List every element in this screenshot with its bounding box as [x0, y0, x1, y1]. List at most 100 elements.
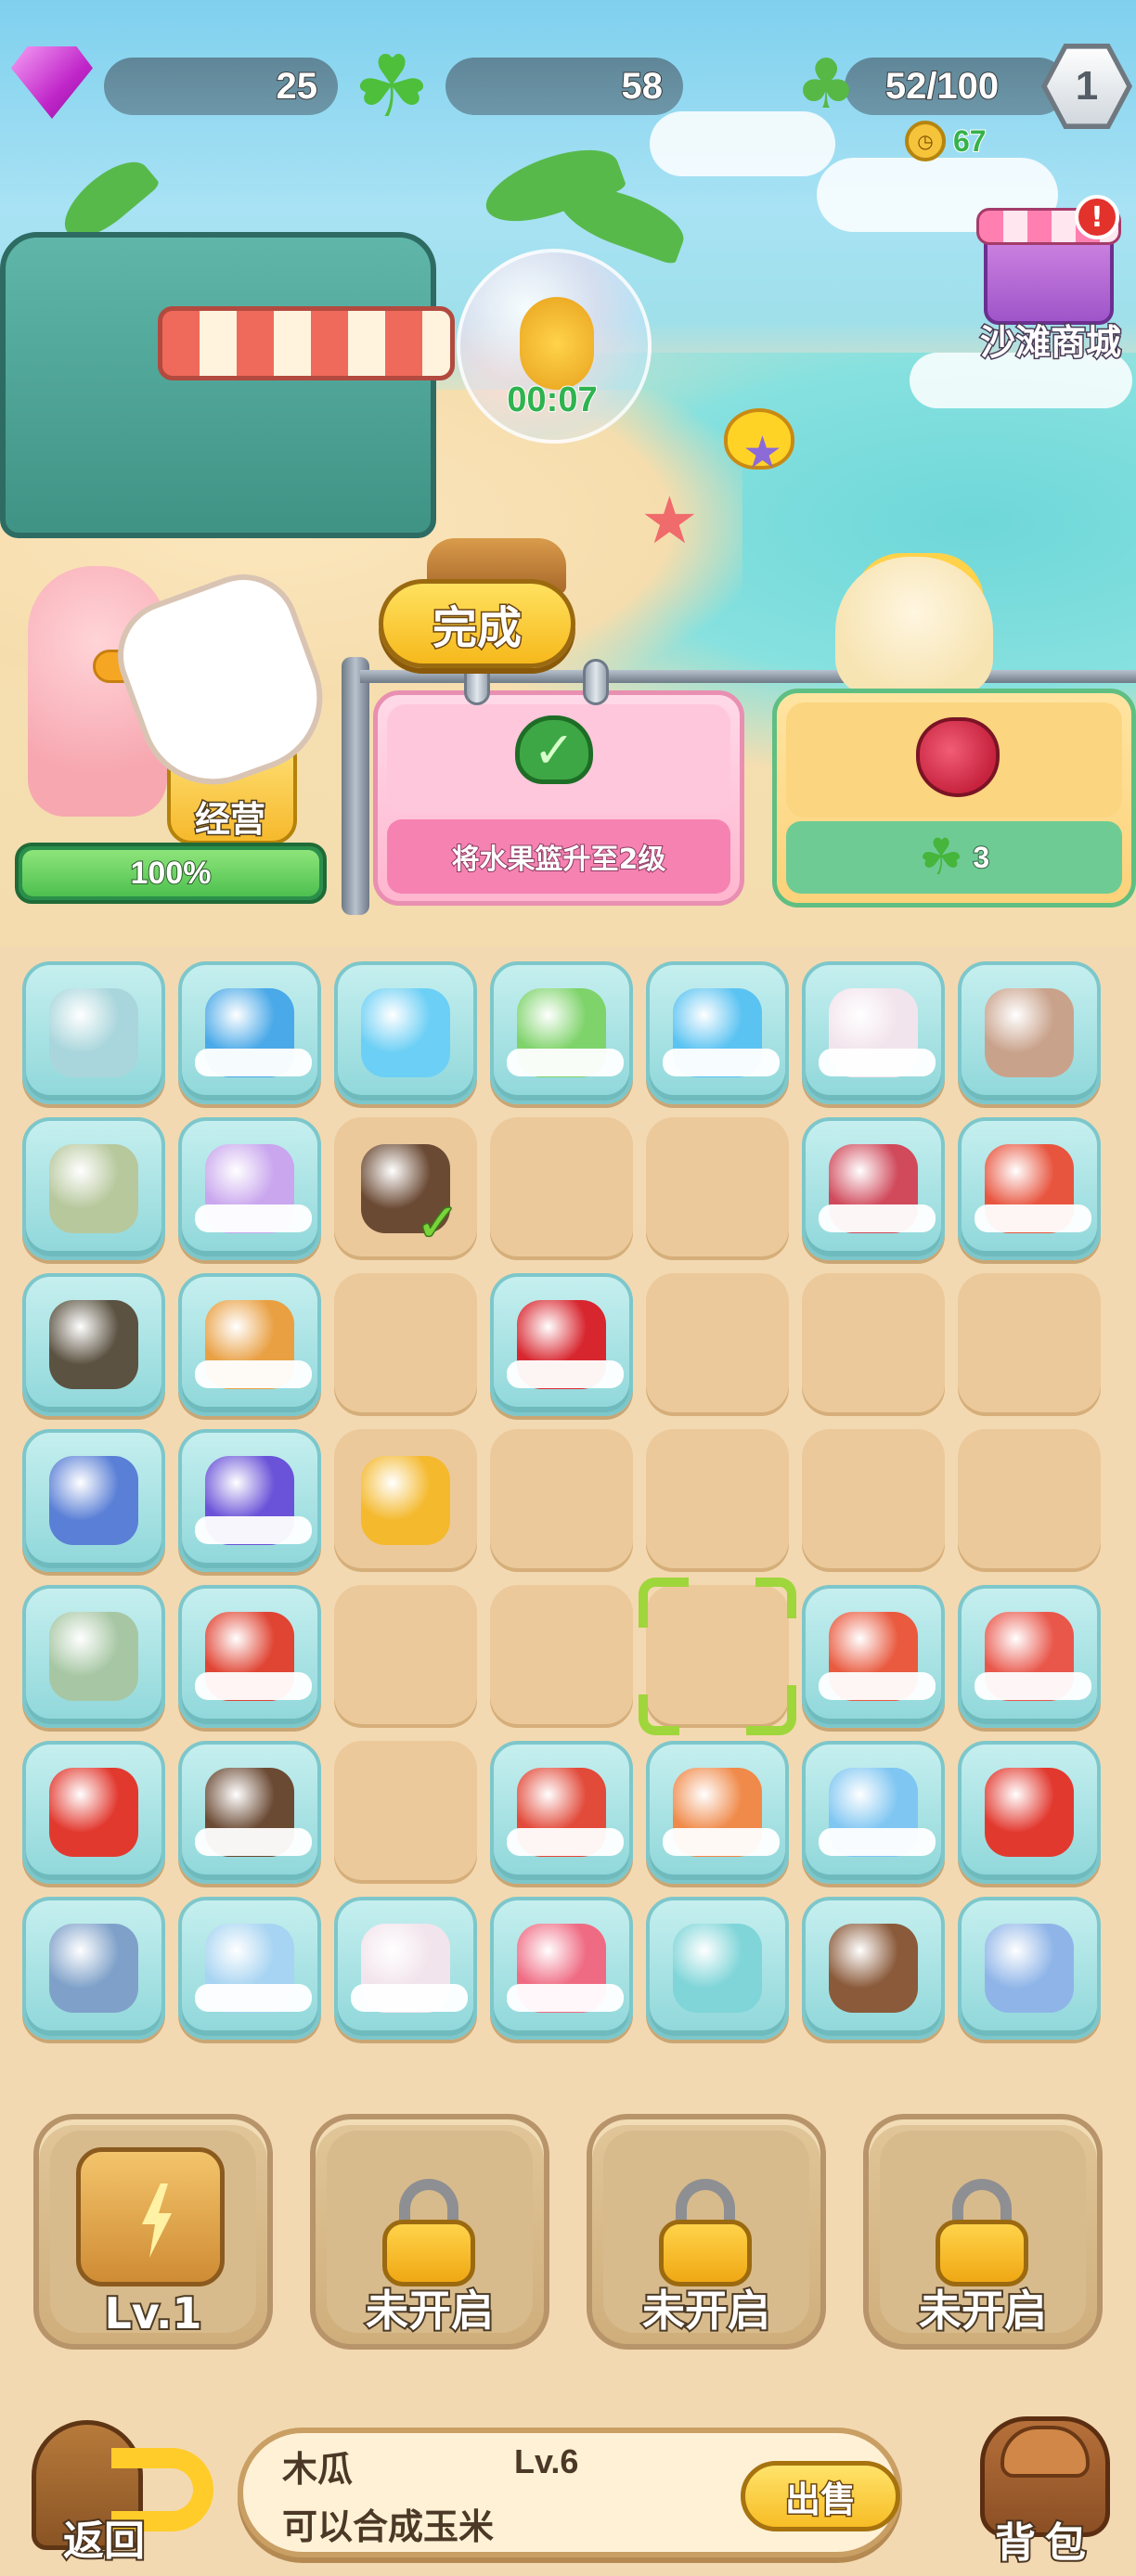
board-cell[interactable]: [490, 1897, 633, 2040]
item-name: 木瓜: [282, 2449, 354, 2490]
item-shape: [985, 988, 1074, 1077]
board-cell[interactable]: [802, 1897, 945, 2040]
wrap-overlay: [195, 1049, 312, 1076]
empty-cell[interactable]: [490, 1585, 633, 1728]
wrap-overlay: [819, 1049, 936, 1076]
board-cell[interactable]: [802, 961, 945, 1104]
lemon-maker-icon: [76, 2147, 225, 2286]
board-cell[interactable]: [490, 1741, 633, 1884]
board-cell[interactable]: [22, 1585, 165, 1728]
board-cell[interactable]: [490, 961, 633, 1104]
board-cell[interactable]: [646, 961, 789, 1104]
shop-label: 沙滩商城: [978, 321, 1122, 365]
locked-slot[interactable]: 未开启: [587, 2114, 826, 2350]
empty-cell[interactable]: [958, 1429, 1101, 1572]
backpack-icon: [45, 1140, 142, 1237]
board-cell[interactable]: [646, 1741, 789, 1884]
wrap-overlay: [819, 1828, 936, 1856]
wrap-overlay: [819, 1204, 936, 1232]
pineapple-icon: [357, 1452, 454, 1549]
board-cell[interactable]: [22, 1429, 165, 1572]
lock-icon: [659, 2179, 752, 2286]
item-shape: [829, 1924, 918, 2013]
board-cell[interactable]: [178, 1741, 321, 1884]
board-cell[interactable]: [802, 1117, 945, 1260]
empty-cell[interactable]: [802, 1273, 945, 1416]
popsicle-icon: [825, 1920, 922, 2016]
empty-cell[interactable]: [334, 1741, 477, 1884]
board-cell[interactable]: [490, 1273, 633, 1416]
starfish-icon: ★: [742, 427, 783, 479]
item-shape: [985, 1768, 1074, 1857]
wrap-overlay: [195, 1984, 312, 2012]
alert-badge: !: [1075, 195, 1119, 239]
raspberry-icon: [916, 717, 1000, 797]
board-cell[interactable]: [22, 1741, 165, 1884]
cooler-bag-icon: [45, 1608, 142, 1705]
board-cell[interactable]: [178, 1897, 321, 2040]
board-cell[interactable]: [22, 1117, 165, 1260]
empty-cell[interactable]: [958, 1273, 1101, 1416]
empty-cell[interactable]: [646, 1273, 789, 1416]
board-cell[interactable]: [22, 961, 165, 1104]
board-cell[interactable]: [958, 1585, 1101, 1728]
locked-slot[interactable]: 未开启: [310, 2114, 549, 2350]
task-card[interactable]: ✓ 将水果篮升至2级: [373, 690, 744, 906]
clover-counter[interactable]: 58: [445, 58, 683, 115]
backpack-button[interactable]: 背包: [960, 2409, 1130, 2569]
empty-cell[interactable]: [646, 1117, 789, 1260]
back-label: 返回: [61, 2516, 147, 2567]
complete-button[interactable]: 完成: [379, 579, 575, 668]
bubble-timer: 00:07: [506, 380, 598, 420]
pineapple-icon: [520, 297, 594, 390]
energy-timer: ◷ 67: [905, 121, 988, 161]
board-cell[interactable]: [958, 961, 1101, 1104]
board-cell[interactable]: [178, 961, 321, 1104]
energy-plus-icon[interactable]: ♣: [789, 43, 863, 126]
producer-slot[interactable]: Lv.1: [33, 2114, 273, 2350]
gem-icon: [11, 46, 93, 119]
reward-card[interactable]: ☘ 3: [772, 689, 1136, 908]
item-level: Lv.6: [514, 2442, 579, 2480]
board-cell[interactable]: ✓: [334, 1117, 477, 1260]
empty-cell[interactable]: [639, 1578, 796, 1735]
wrap-overlay: [819, 1672, 936, 1700]
empty-cell[interactable]: [646, 1429, 789, 1572]
wrap-overlay: [507, 1984, 624, 2012]
wrap-overlay: [195, 1360, 312, 1388]
empty-cell[interactable]: [802, 1429, 945, 1572]
gem-counter[interactable]: 25: [104, 58, 338, 115]
board-cell[interactable]: [334, 1429, 477, 1572]
beach-shop[interactable]: ! 沙滩商城: [965, 195, 1136, 365]
locked-slot[interactable]: 未开启: [863, 2114, 1103, 2350]
empty-cell[interactable]: [490, 1429, 633, 1572]
board-cell[interactable]: [958, 1897, 1101, 2040]
board-cell[interactable]: [178, 1429, 321, 1572]
empty-cell[interactable]: [490, 1117, 633, 1260]
board-cell[interactable]: [178, 1273, 321, 1416]
lightning-icon: [142, 2183, 172, 2258]
energy-counter[interactable]: 52/100: [845, 58, 1067, 115]
game-screen: 00:07 ★ ★ ! 沙滩商城 25 58 ☘ 52/100 ♣ 1 ◷ 67…: [0, 0, 1136, 2576]
sell-button[interactable]: 出售: [741, 2461, 900, 2531]
empty-cell[interactable]: [334, 1585, 477, 1728]
board-cell[interactable]: [802, 1585, 945, 1728]
board-cell[interactable]: [958, 1117, 1101, 1260]
item-shape: [361, 988, 450, 1077]
wrap-overlay: [507, 1828, 624, 1856]
board-cell[interactable]: [22, 1897, 165, 2040]
empty-cell[interactable]: [334, 1273, 477, 1416]
back-button[interactable]: 返回: [22, 2411, 213, 2567]
board-cell[interactable]: [646, 1897, 789, 2040]
board-cell[interactable]: [22, 1273, 165, 1416]
slot-label: 未开启: [917, 2284, 1049, 2338]
board-cell[interactable]: [178, 1117, 321, 1260]
board-cell[interactable]: [178, 1585, 321, 1728]
board-cell[interactable]: [334, 961, 477, 1104]
board-cell[interactable]: [334, 1897, 477, 2040]
board-cell[interactable]: [802, 1741, 945, 1884]
beach-stall[interactable]: [0, 232, 436, 538]
stall-awning: [158, 306, 455, 380]
board-cell[interactable]: [958, 1741, 1101, 1884]
wrap-overlay: [507, 1360, 624, 1388]
